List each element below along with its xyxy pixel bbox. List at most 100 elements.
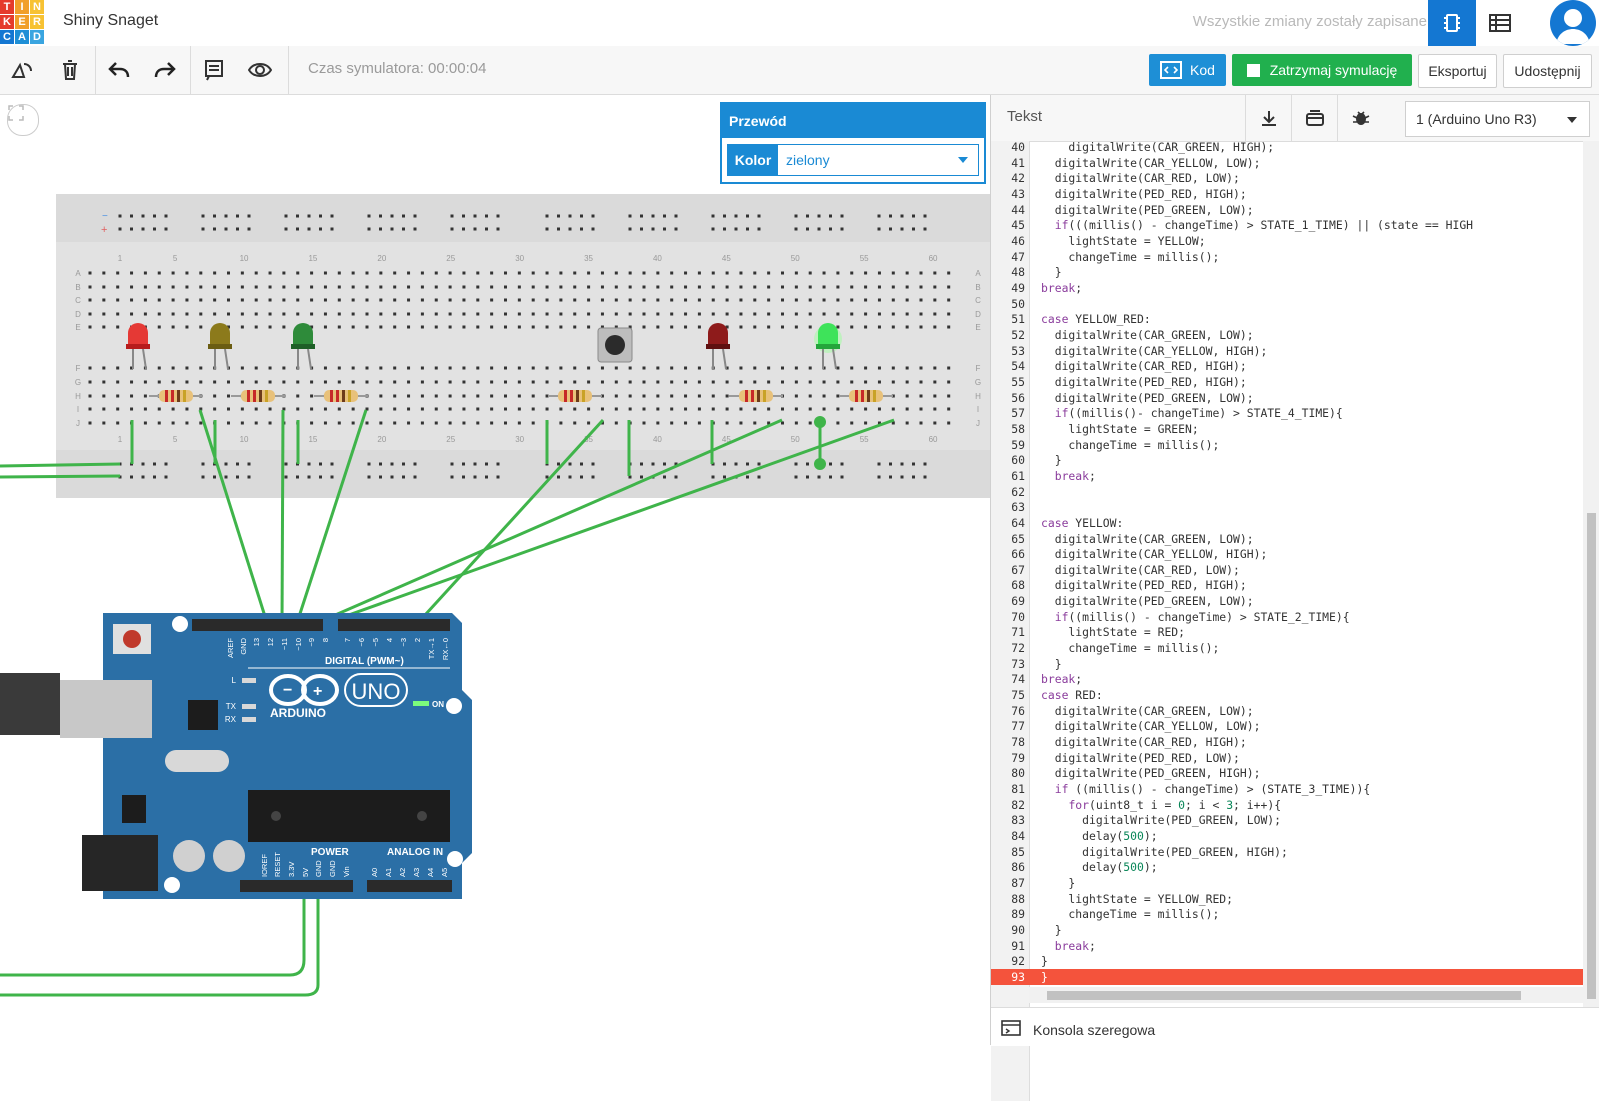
code-button[interactable]: Kod: [1149, 54, 1226, 86]
rotate-button[interactable]: [6, 54, 38, 86]
code-line[interactable]: 91 break;: [991, 938, 1583, 954]
redo-button[interactable]: [149, 54, 181, 86]
wire-endpoint-bottom[interactable]: [814, 458, 826, 470]
code-mode-select[interactable]: Tekst: [1007, 108, 1042, 125]
circuit-drawing[interactable]: − + 115510101515202025253030353540404545…: [0, 95, 990, 1045]
breadboard-hole: [393, 407, 397, 411]
code-line[interactable]: 74 break;: [991, 671, 1583, 687]
debugger-button[interactable]: [1337, 95, 1384, 141]
code-line[interactable]: 84 delay(500);: [991, 828, 1583, 844]
serial-monitor-bar[interactable]: Konsola szeregowa: [991, 1007, 1599, 1046]
code-line[interactable]: 54 digitalWrite(CAR_RED, HIGH);: [991, 358, 1583, 374]
user-avatar[interactable]: [1550, 0, 1596, 46]
code-line[interactable]: 64 case YELLOW:: [991, 515, 1583, 531]
horizontal-scrollbar[interactable]: [1029, 987, 1583, 1003]
breadboard-hole: [600, 298, 604, 302]
share-button[interactable]: Udostępnij: [1503, 54, 1592, 88]
code-line[interactable]: 61 break;: [991, 468, 1583, 484]
code-line[interactable]: 45 if(((millis() - changeTime) > STATE_1…: [991, 217, 1583, 233]
code-line[interactable]: 53 digitalWrite(CAR_YELLOW, HIGH);: [991, 343, 1583, 359]
code-line[interactable]: 89 changeTime = millis();: [991, 906, 1583, 922]
component-list-button[interactable]: [1476, 0, 1524, 46]
code-line[interactable]: 65 digitalWrite(CAR_GREEN, LOW);: [991, 531, 1583, 547]
code-line[interactable]: 62: [991, 484, 1583, 500]
code-line[interactable]: 42 digitalWrite(CAR_RED, LOW);: [991, 170, 1583, 186]
fit-view-button[interactable]: [7, 104, 39, 136]
terminal-icon: [1001, 1020, 1021, 1036]
code-line[interactable]: 75 case RED:: [991, 687, 1583, 703]
code-line[interactable]: 60 }: [991, 452, 1583, 468]
libraries-button[interactable]: [1291, 95, 1338, 141]
code-line[interactable]: 52 digitalWrite(CAR_GREEN, LOW);: [991, 327, 1583, 343]
code-line[interactable]: 77 digitalWrite(CAR_YELLOW, LOW);: [991, 718, 1583, 734]
code-line[interactable]: 49 break;: [991, 280, 1583, 296]
code-line[interactable]: 93}: [991, 968, 1583, 985]
vertical-scrollbar[interactable]: [1583, 141, 1599, 1021]
visibility-button[interactable]: [244, 54, 276, 86]
circuit-view-button[interactable]: [1428, 0, 1476, 46]
code-line[interactable]: 58 lightState = GREEN;: [991, 421, 1583, 437]
line-number: 52: [1011, 327, 1025, 342]
code-line[interactable]: 87 }: [991, 875, 1583, 891]
wire-color-select[interactable]: Kolor zielony: [727, 144, 979, 176]
code-line[interactable]: 43 digitalWrite(PED_RED, HIGH);: [991, 186, 1583, 202]
code-line[interactable]: 68 digitalWrite(PED_RED, HIGH);: [991, 577, 1583, 593]
code-line[interactable]: 57 if((millis()- changeTime) > STATE_4_T…: [991, 405, 1583, 421]
code-line[interactable]: 44 digitalWrite(PED_GREEN, LOW);: [991, 202, 1583, 218]
code-line[interactable]: 41 digitalWrite(CAR_YELLOW, LOW);: [991, 155, 1583, 171]
code-line[interactable]: 56 digitalWrite(PED_GREEN, LOW);: [991, 390, 1583, 406]
breadboard-label: 10: [240, 254, 249, 263]
code-line[interactable]: 80 digitalWrite(PED_GREEN, HIGH);: [991, 765, 1583, 781]
code-line[interactable]: 66 digitalWrite(CAR_YELLOW, HIGH);: [991, 546, 1583, 562]
circuit-canvas[interactable]: − + 1 1 5 5 10 10 15 15 20 20 25 25 30 30 35 35 40 40 45 45…: [0, 95, 990, 1045]
code-line[interactable]: 40 digitalWrite(CAR_GREEN, HIGH);: [991, 141, 1583, 155]
code-line[interactable]: 81 if ((millis() - changeTime) > (STATE_…: [991, 781, 1583, 797]
project-name[interactable]: Shiny Snaget: [63, 12, 158, 30]
breadboard-hole: [746, 462, 749, 466]
code-line[interactable]: 86 delay(500);: [991, 859, 1583, 875]
stop-simulation-button[interactable]: Zatrzymaj symulację: [1232, 54, 1412, 86]
code-line[interactable]: 83 digitalWrite(PED_GREEN, LOW);: [991, 812, 1583, 828]
code-line[interactable]: 73 }: [991, 656, 1583, 672]
code-line[interactable]: 71 lightState = RED;: [991, 624, 1583, 640]
code-line[interactable]: 51 case YELLOW_RED:: [991, 311, 1583, 327]
code-line[interactable]: 46 lightState = YELLOW;: [991, 233, 1583, 249]
delete-button[interactable]: [54, 54, 86, 86]
horizontal-scroll-thumb[interactable]: [1047, 991, 1521, 1000]
pin-label: A1: [384, 868, 393, 877]
code-line[interactable]: 50: [991, 296, 1583, 312]
code-line[interactable]: 47 changeTime = millis();: [991, 249, 1583, 265]
code-line[interactable]: 72 changeTime = millis();: [991, 640, 1583, 656]
breadboard-hole: [822, 312, 826, 316]
tinkercad-logo[interactable]: TIN KER CAD: [0, 0, 44, 44]
vertical-scroll-thumb[interactable]: [1587, 513, 1596, 999]
code-line[interactable]: 59 changeTime = millis();: [991, 437, 1583, 453]
breadboard-hole: [670, 312, 674, 316]
code-line[interactable]: 88 lightState = YELLOW_RED;: [991, 891, 1583, 907]
breadboard-label: F: [976, 364, 981, 373]
undo-button[interactable]: [103, 54, 135, 86]
code-line[interactable]: 92}: [991, 953, 1583, 969]
wire-endpoint-top[interactable]: [814, 416, 826, 428]
code-line[interactable]: 76 digitalWrite(CAR_GREEN, LOW);: [991, 703, 1583, 719]
code-line[interactable]: 67 digitalWrite(CAR_RED, LOW);: [991, 562, 1583, 578]
code-line[interactable]: 79 digitalWrite(PED_RED, LOW);: [991, 750, 1583, 766]
code-line[interactable]: 90 }: [991, 922, 1583, 938]
code-line[interactable]: 82 for(uint8_t i = 0; i < 3; i++){: [991, 797, 1583, 813]
download-code-button[interactable]: [1245, 95, 1292, 141]
code-line[interactable]: 70 if((millis() - changeTime) > STATE_2_…: [991, 609, 1583, 625]
code-line[interactable]: 48 }: [991, 264, 1583, 280]
code-line[interactable]: 69 digitalWrite(PED_GREEN, LOW);: [991, 593, 1583, 609]
code-line[interactable]: 78 digitalWrite(CAR_RED, HIGH);: [991, 734, 1583, 750]
code-line[interactable]: 85 digitalWrite(PED_GREEN, HIGH);: [991, 844, 1583, 860]
code-line[interactable]: 63: [991, 499, 1583, 515]
code-line[interactable]: 55 digitalWrite(PED_RED, HIGH);: [991, 374, 1583, 390]
arduino-uno-board[interactable]: − + UNO ARDUINO DIGITAL (PWM~) POWER ANA…: [0, 613, 472, 899]
code-editor[interactable]: 40 digitalWrite(CAR_GREEN, HIGH); 41 digi…: [991, 141, 1583, 1101]
breadboard-hole: [319, 227, 322, 231]
line-code: break;: [1041, 280, 1083, 295]
notes-button[interactable]: [198, 54, 230, 86]
device-select[interactable]: 1 (Arduino Uno R3): [1405, 101, 1590, 137]
pushbutton[interactable]: [597, 327, 633, 363]
export-button[interactable]: Eksportuj: [1418, 54, 1497, 88]
